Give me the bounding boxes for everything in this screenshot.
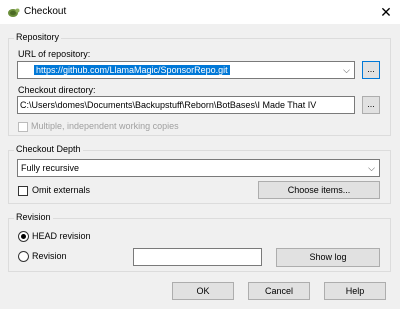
chevron-down-icon[interactable]: ⌵ bbox=[343, 62, 350, 78]
depth-selected-value: Fully recursive bbox=[21, 163, 80, 173]
tortoise-icon bbox=[6, 5, 20, 19]
url-browse-button[interactable]: ... bbox=[362, 61, 380, 79]
ok-button[interactable]: OK bbox=[172, 282, 234, 300]
title-bar: Checkout ✕ bbox=[0, 0, 400, 24]
multiple-copies-label: Multiple, independent working copies bbox=[31, 121, 179, 131]
help-button[interactable]: Help bbox=[324, 282, 386, 300]
chevron-down-icon[interactable]: ⌵ bbox=[368, 160, 375, 176]
checkout-depth-label: Checkout Depth bbox=[14, 144, 83, 154]
repository-group-label: Repository bbox=[14, 32, 62, 42]
close-button[interactable]: ✕ bbox=[376, 2, 396, 22]
omit-externals-checkbox[interactable] bbox=[18, 186, 28, 196]
url-label: URL of repository: bbox=[18, 49, 91, 59]
revision-input[interactable] bbox=[133, 248, 262, 266]
multiple-copies-checkbox[interactable] bbox=[18, 122, 28, 132]
revision-label: Revision bbox=[32, 251, 67, 261]
checkout-dir-input[interactable]: C:\Users\domes\Documents\Backupstuff\Reb… bbox=[17, 96, 355, 114]
revision-group-label: Revision bbox=[14, 212, 53, 222]
choose-items-button[interactable]: Choose items... bbox=[258, 181, 380, 199]
url-combobox[interactable]: https://github.com/LlamaMagic/SponsorRep… bbox=[17, 61, 355, 79]
dir-browse-button[interactable]: ... bbox=[362, 96, 380, 114]
head-revision-label: HEAD revision bbox=[32, 231, 91, 241]
url-input-value: https://github.com/LlamaMagic/SponsorRep… bbox=[34, 65, 230, 75]
depth-select[interactable]: Fully recursive ⌵ bbox=[17, 159, 380, 177]
radio-selected-dot bbox=[21, 234, 26, 239]
revision-radio[interactable] bbox=[18, 251, 29, 262]
window-title: Checkout bbox=[24, 6, 67, 17]
head-revision-radio[interactable] bbox=[18, 231, 29, 242]
omit-externals-label: Omit externals bbox=[32, 185, 91, 195]
close-icon: ✕ bbox=[380, 4, 392, 20]
show-log-button[interactable]: Show log bbox=[276, 248, 380, 267]
checkout-dir-label: Checkout directory: bbox=[18, 85, 96, 95]
cancel-button[interactable]: Cancel bbox=[248, 282, 310, 300]
